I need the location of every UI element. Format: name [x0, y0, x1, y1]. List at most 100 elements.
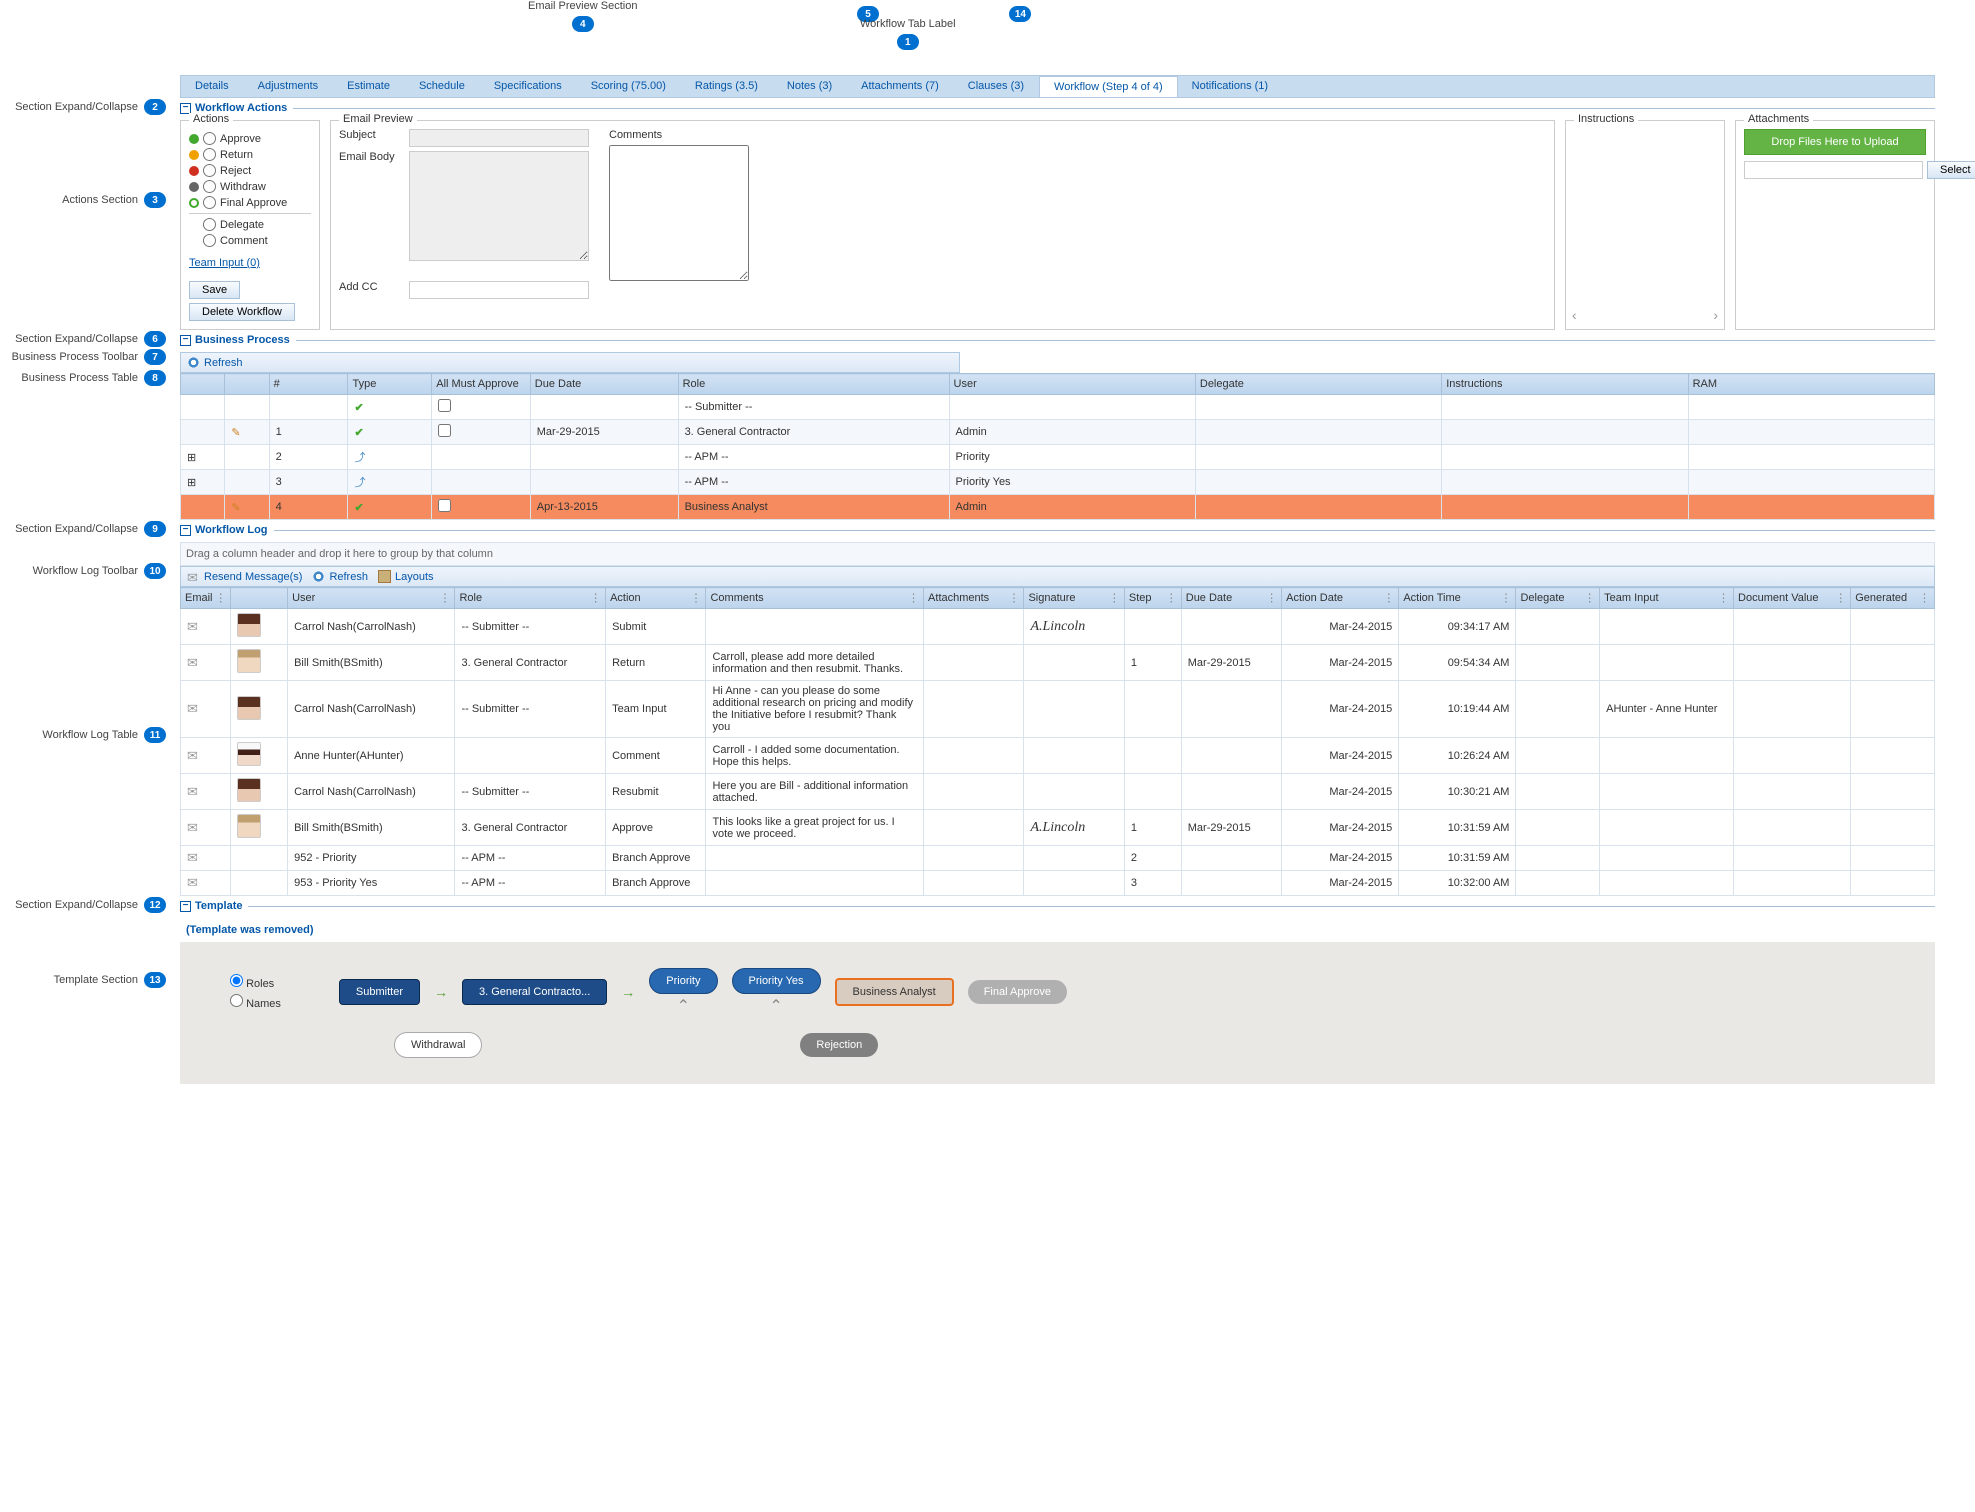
- team-input-link[interactable]: Team Input (0): [189, 257, 260, 269]
- select-file-button[interactable]: Select: [1927, 161, 1975, 179]
- tab-scoring-75-00-[interactable]: Scoring (75.00): [577, 76, 681, 97]
- refresh-icon: [312, 570, 325, 583]
- table-row[interactable]: ✉952 - Priority-- APM --Branch Approve2M…: [181, 846, 1935, 871]
- node-submitter[interactable]: Submitter: [339, 979, 420, 1005]
- tab-ratings-3-5-[interactable]: Ratings (3.5): [681, 76, 773, 97]
- node-priority[interactable]: Priority: [649, 968, 717, 994]
- email-preview-fieldset: Email Preview Subject Email Body Add CC …: [330, 120, 1555, 330]
- arrow-icon: →: [434, 984, 448, 1000]
- avatar: [237, 778, 261, 802]
- avatar: [237, 742, 261, 766]
- table-row[interactable]: ✉Bill Smith(BSmith)3. General Contractor…: [181, 645, 1935, 681]
- branch-icon: ⌃: [769, 996, 782, 1016]
- collapse-toggle[interactable]: −: [180, 525, 191, 536]
- node-priority-yes[interactable]: Priority Yes: [732, 968, 821, 994]
- refresh-button[interactable]: Refresh: [312, 570, 368, 583]
- collapse-toggle[interactable]: −: [180, 901, 191, 912]
- names-radio[interactable]: Names: [230, 994, 281, 1010]
- action-withdraw[interactable]: Withdraw: [189, 180, 311, 193]
- section-business-process: − Business Process: [180, 334, 1935, 346]
- table-row[interactable]: ⊞2⤴-- APM --Priority: [181, 445, 1935, 470]
- node-business-analyst[interactable]: Business Analyst: [835, 978, 954, 1006]
- action-reject[interactable]: Reject: [189, 164, 311, 177]
- subject-input[interactable]: [409, 129, 589, 147]
- reject-icon: [189, 166, 199, 176]
- check-icon: ✔: [354, 427, 363, 439]
- edit-icon: ✎: [231, 427, 240, 439]
- addcc-input[interactable]: [409, 281, 589, 299]
- avatar: [237, 696, 261, 720]
- group-by-bar[interactable]: Drag a column header and drop it here to…: [180, 542, 1935, 566]
- tab-adjustments[interactable]: Adjustments: [244, 76, 334, 97]
- envelope-icon: ✉: [187, 619, 198, 634]
- tab-notes-3-[interactable]: Notes (3): [773, 76, 847, 97]
- resend-button[interactable]: ✉Resend Message(s): [187, 570, 302, 583]
- table-row[interactable]: ✉Carrol Nash(CarrolNash)-- Submitter --R…: [181, 774, 1935, 810]
- branch-icon: ⤴: [354, 452, 365, 464]
- table-row[interactable]: ✉Anne Hunter(AHunter)CommentCarroll - I …: [181, 738, 1935, 774]
- tab-estimate[interactable]: Estimate: [333, 76, 405, 97]
- envelope-icon: ✉: [187, 570, 200, 583]
- tab-clauses-3-[interactable]: Clauses (3): [954, 76, 1039, 97]
- refresh-icon: [187, 356, 200, 369]
- avatar: [237, 814, 261, 838]
- action-comment[interactable]: Comment: [189, 234, 311, 247]
- tab-specifications[interactable]: Specifications: [480, 76, 577, 97]
- collapse-toggle[interactable]: −: [180, 103, 191, 114]
- branch-icon: ⌃: [677, 996, 690, 1016]
- action-return[interactable]: Return: [189, 148, 311, 161]
- signature: A.Lincoln: [1030, 820, 1085, 835]
- node-withdrawal[interactable]: Withdrawal: [394, 1032, 482, 1058]
- layouts-button[interactable]: Layouts: [378, 570, 434, 583]
- action-approve[interactable]: Approve: [189, 132, 311, 145]
- table-row[interactable]: ✎1✔Mar-29-20153. General ContractorAdmin: [181, 420, 1935, 445]
- node-gc[interactable]: 3. General Contracto...: [462, 979, 607, 1005]
- tab-attachments-7-[interactable]: Attachments (7): [847, 76, 954, 97]
- envelope-icon: ✉: [187, 655, 198, 670]
- collapse-toggle[interactable]: −: [180, 335, 191, 346]
- table-row[interactable]: ✉953 - Priority Yes-- APM --Branch Appro…: [181, 871, 1935, 896]
- email-body-input[interactable]: [409, 151, 589, 261]
- node-final-approve[interactable]: Final Approve: [968, 980, 1067, 1004]
- business-process-toolbar: Refresh: [180, 352, 960, 373]
- attachment-path-input[interactable]: [1744, 161, 1923, 179]
- delete-workflow-button[interactable]: Delete Workflow: [189, 303, 295, 321]
- layouts-icon: [378, 570, 391, 583]
- attachments-fieldset: Attachments Drop Files Here to Upload Se…: [1735, 120, 1935, 330]
- approve-icon: [189, 134, 199, 144]
- envelope-icon: ✉: [187, 850, 198, 865]
- action-final-approve[interactable]: Final Approve: [189, 196, 311, 209]
- instructions-fieldset: Instructions ‹›: [1565, 120, 1725, 330]
- table-row[interactable]: ✔-- Submitter --: [181, 395, 1935, 420]
- save-button[interactable]: Save: [189, 281, 240, 299]
- all-approve-checkbox[interactable]: [438, 424, 451, 437]
- action-delegate[interactable]: Delegate: [189, 218, 311, 231]
- check-icon: ✔: [354, 402, 363, 414]
- template-diagram: Roles Names Submitter → 3. General Contr…: [180, 942, 1935, 1084]
- envelope-icon: ✉: [187, 748, 198, 763]
- table-row[interactable]: ✉Carrol Nash(CarrolNash)-- Submitter --S…: [181, 609, 1935, 645]
- node-rejection[interactable]: Rejection: [800, 1033, 878, 1057]
- tab-details[interactable]: Details: [181, 76, 244, 97]
- template-removed-label: (Template was removed): [180, 918, 1935, 942]
- file-dropzone[interactable]: Drop Files Here to Upload: [1744, 129, 1926, 155]
- tab-notifications-1-[interactable]: Notifications (1): [1178, 76, 1283, 97]
- tab-schedule[interactable]: Schedule: [405, 76, 480, 97]
- refresh-button[interactable]: Refresh: [187, 356, 243, 369]
- table-row[interactable]: ⊞3⤴-- APM --Priority Yes: [181, 470, 1935, 495]
- all-approve-checkbox[interactable]: [438, 499, 451, 512]
- table-row[interactable]: ✉Bill Smith(BSmith)3. General Contractor…: [181, 810, 1935, 846]
- section-template: − Template: [180, 900, 1935, 912]
- tab-strip: DetailsAdjustmentsEstimateScheduleSpecif…: [180, 75, 1935, 98]
- roles-radio[interactable]: Roles: [230, 974, 281, 990]
- table-row[interactable]: ✉Carrol Nash(CarrolNash)-- Submitter --T…: [181, 681, 1935, 738]
- business-process-table: #TypeAll Must ApproveDue DateRoleUserDel…: [180, 373, 1935, 520]
- table-row[interactable]: ✎4✔Apr-13-2015Business AnalystAdmin: [181, 495, 1935, 520]
- next-icon[interactable]: ›: [1713, 307, 1718, 323]
- tab-workflow-step-4-of-4-[interactable]: Workflow (Step 4 of 4): [1039, 76, 1178, 97]
- all-approve-checkbox[interactable]: [438, 399, 451, 412]
- envelope-icon: ✉: [187, 784, 198, 799]
- arrow-icon: →: [621, 984, 635, 1000]
- prev-icon[interactable]: ‹: [1572, 307, 1577, 323]
- comments-input[interactable]: [609, 145, 749, 281]
